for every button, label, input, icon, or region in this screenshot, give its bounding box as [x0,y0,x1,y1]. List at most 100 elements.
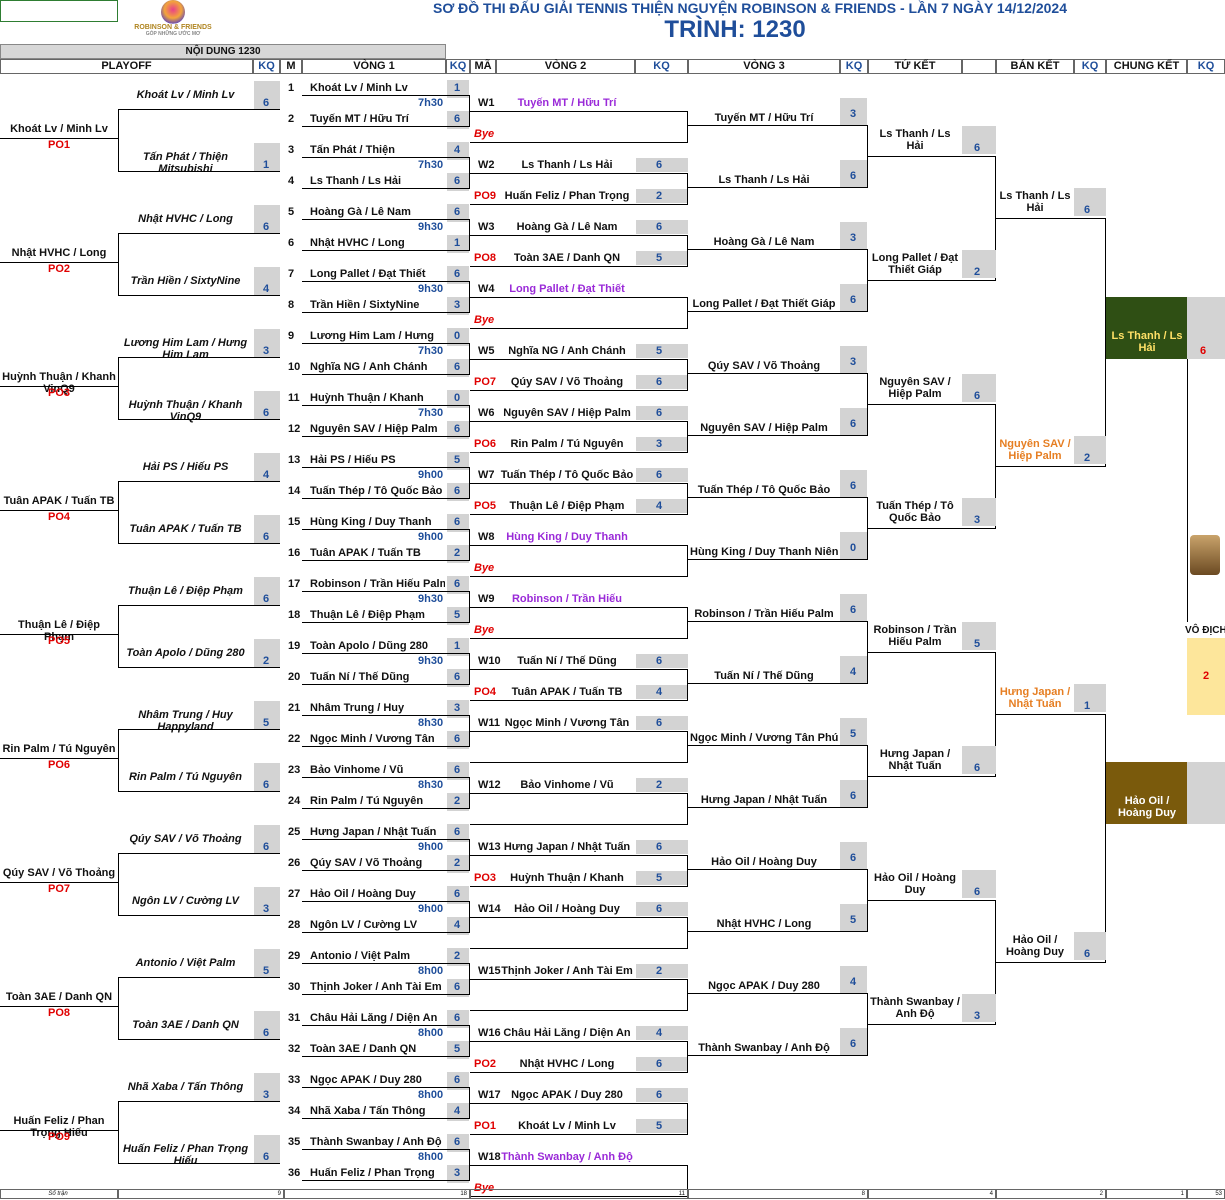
round3-score: 6 [850,480,857,492]
bracket-line [868,652,996,653]
bracket-line [302,715,470,716]
match-number: 15 [288,516,301,528]
round2-player: Châu Hải Lăng / Diện An [503,1027,631,1039]
round1-score: 2 [454,950,461,962]
bracket-line [688,621,868,622]
round2-score: 6 [656,903,663,915]
playoff-player: Ngôn LV / Cường LV [132,895,239,907]
round1-score: 1 [454,237,461,249]
round1-score: 6 [454,826,461,838]
bracket-line [302,126,470,127]
logo: ROBINSON & FRIENDS GÓP NHỮNG ƯỚC MƠ [128,0,218,37]
round2-score: 5 [656,345,663,357]
header-m: M [280,59,302,74]
bracket-line [687,855,688,887]
page-subtitle: TRÌNH: 1230 [664,16,806,43]
bracket-line [302,498,470,499]
round2-player: Tuyến MT / Hữu Trí [517,97,617,109]
round2-player: Ls Thanh / Ls Hải [521,159,613,171]
bracket-line [118,853,280,854]
bracket-line [302,436,470,437]
round1-score: 6 [454,206,461,218]
round3-player: Qúy SAV / Võ Thoảng [707,360,821,372]
bracket-line [688,683,868,684]
footer-cell: 53 [1187,1189,1225,1199]
round1-score: 3 [454,299,461,311]
bracket-line [470,359,688,360]
final-top-score: 6 [1200,345,1207,357]
playoff-score: 5 [263,717,270,729]
playoff-score: 3 [263,903,270,915]
bracket-line [470,1165,688,1166]
round2-score: 5 [656,252,663,264]
quarter-player: Hảo Oil / Hoàng Duy [874,872,956,896]
round1-score: 6 [454,1012,461,1024]
playoff-code: PO2 [48,263,71,275]
match-number: 1 [288,82,295,94]
bracket-line [302,777,470,778]
match-code: W5 [478,345,495,357]
bracket-line [302,1087,470,1088]
round3-score: 0 [850,542,857,554]
round1-score: 6 [454,1136,461,1148]
round2-score: 6 [656,159,663,171]
round1-score: 5 [454,454,461,466]
playoff-code: PO3 [48,387,71,399]
bracket-line [0,882,118,883]
round1-player: Tuyến MT / Hữu Trí [310,113,409,125]
round2-score: 5 [656,872,663,884]
bracket-line [470,390,688,391]
round1-player: Huỳnh Thuận / Khanh [310,392,424,404]
semi-player: Hưng Japan / Nhật Tuấn [999,686,1071,710]
bracket-line [302,405,470,406]
round2-player: Tuấn Ní / Thế Dũng [517,655,617,667]
match-time: 7h30 [418,159,444,171]
bracket-line [470,979,688,980]
round3-player: Hoàng Gà / Lê Nam [713,236,815,248]
round2-player: Hoàng Gà / Lê Nam [516,221,618,233]
match-code: W8 [478,531,495,543]
round2-player: Toàn 3AE / Danh QN [513,252,621,264]
round2-score: 4 [656,500,663,512]
selector-box[interactable] [0,0,118,22]
bracket-line [470,917,688,918]
round1-player: Hoàng Gà / Lê Nam [310,206,411,218]
match-code: W10 [478,655,501,667]
bracket-line [470,328,688,329]
match-time: 9h00 [418,841,444,853]
match-time: 8h30 [418,717,444,729]
final-bottom-kq-bg [1187,762,1225,824]
round2-score: 6 [656,655,663,667]
header-kq-round2: KQ [635,59,688,74]
playoff-winner: Nhật HVHC / Long [11,247,107,259]
round1-player: Thành Swanbay / Anh Độ [310,1136,442,1148]
quarter-score: 6 [974,142,981,154]
bracket-line [470,669,688,670]
match-number: 24 [288,795,301,807]
bracket-line [0,510,118,511]
round1-score: 2 [454,547,461,559]
playoff-score: 6 [263,1151,270,1163]
bracket-line [470,1010,688,1011]
playoff-player: Rin Palm / Tú Nguyên [128,771,243,783]
bracket-line [118,357,119,420]
round2-score: 4 [656,1027,663,1039]
quarter-player: Ls Thanh / Ls Hải [879,128,951,152]
round3-score: 5 [850,728,857,740]
round1-player: Hưng Japan / Nhật Tuấn [310,826,437,838]
match-time: 9h00 [418,903,444,915]
opponent-code: PO6 [474,438,497,450]
bracket-line [118,729,280,730]
playoff-player: Thuận Lê / Điệp Phạm [128,585,243,597]
bracket-line [688,1055,868,1056]
bracket-line [688,931,868,932]
playoff-code: PO5 [48,635,71,647]
round1-score: 6 [454,981,461,993]
playoff-winner: Qúy SAV / Võ Thoảng [2,867,116,879]
bracket-line [302,839,470,840]
round2-player: Thành Swanbay / Anh Độ [501,1151,633,1163]
round1-player: Nhật HVHC / Long [310,237,405,249]
playoff-player: Toàn 3AE / Danh QN [132,1019,239,1031]
match-number: 4 [288,175,295,187]
bracket-line [302,281,470,282]
